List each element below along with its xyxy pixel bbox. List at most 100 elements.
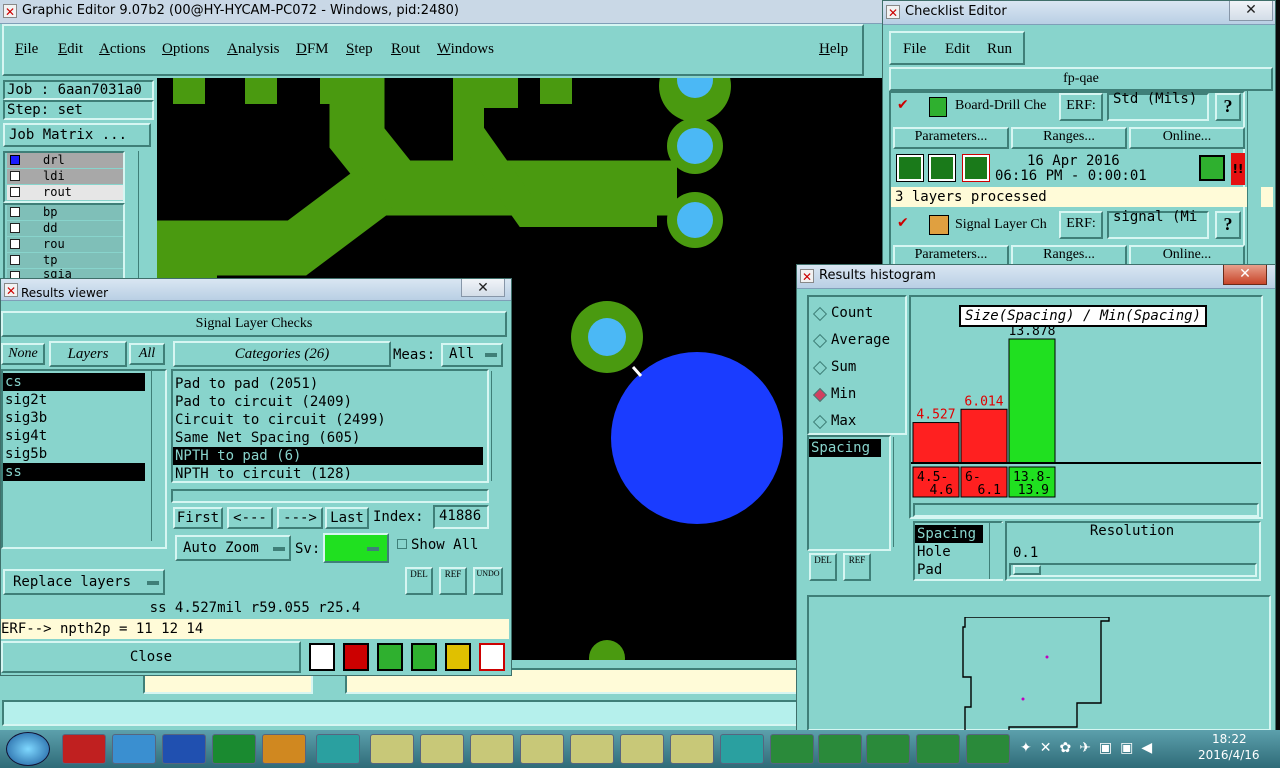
run-icon[interactable] [928,154,956,182]
prev-button[interactable]: <--- [227,507,273,529]
categories-tab[interactable]: Categories (26) [173,341,391,367]
checklist-menu-file[interactable]: File [903,41,926,58]
list-item[interactable]: sig5b [3,445,165,463]
menu-analysis[interactable]: Analysis [227,41,280,58]
attr-scrollbar[interactable] [989,523,1003,579]
list-item[interactable]: Pad to circuit (2409) [173,393,487,411]
run-icon[interactable] [962,154,990,182]
histogram-icon[interactable] [479,643,505,671]
menu-file[interactable]: File [15,41,38,58]
undo-button[interactable]: UNDO [473,567,503,595]
menu-windows[interactable]: Windows [437,41,494,58]
layer-scrollbar[interactable] [138,151,152,283]
start-button[interactable] [6,732,50,766]
layer-list-scrollbar[interactable] [151,371,165,541]
layer-row-ldi[interactable]: ldi [7,169,123,184]
erf-value[interactable]: Std (Mils) [1107,92,1209,121]
item-check-icon[interactable]: ✔ [897,97,909,113]
taskbar-app-icon[interactable] [720,734,764,764]
list-item[interactable]: Spacing [809,439,881,457]
layer-checkbox[interactable] [10,187,20,197]
overview-map[interactable] [807,595,1271,733]
command-line[interactable] [2,700,800,726]
close-icon[interactable]: ✕ [1229,1,1273,21]
last-button[interactable]: Last [325,507,369,529]
help-button[interactable]: ? [1215,211,1241,239]
list-item[interactable]: cs [3,373,145,391]
close-button[interactable]: Close [1,641,301,673]
layer-row-dd[interactable]: dd [7,221,123,236]
close-icon[interactable]: ✕ [1223,265,1267,285]
job-matrix-button[interactable]: Job Matrix ... [3,123,151,147]
next-button[interactable]: ---> [277,507,323,529]
layer-checkbox[interactable] [10,239,20,249]
all-button[interactable]: All [129,343,165,365]
menu-actions[interactable]: Actions [99,41,146,58]
category-scrollbar[interactable] [491,371,505,481]
del-button[interactable]: DEL [405,567,433,595]
auto-zoom-button[interactable]: Auto Zoom [175,535,291,561]
chart-hscrollbar[interactable] [913,503,1259,517]
taskbar-app-icon[interactable] [520,734,564,764]
none-button[interactable]: None [1,343,45,365]
taskbar-app-icon[interactable] [670,734,714,764]
list-item[interactable]: Same Net Spacing (605) [173,429,487,447]
index-input[interactable]: 41886 [433,505,489,529]
menu-help[interactable]: Help [819,41,848,58]
taskbar-app-icon[interactable] [112,734,156,764]
taskbar-app-icon[interactable] [818,734,862,764]
taskbar-app-icon[interactable] [966,734,1010,764]
resolution-slider[interactable] [1009,563,1257,577]
taskbar-app-icon[interactable] [916,734,960,764]
tray-icons[interactable]: ✦✕✿✈▣▣◀ [1020,740,1186,758]
parameters-button[interactable]: Parameters... [893,127,1009,149]
list-item[interactable]: Circuit to circuit (2499) [173,411,487,429]
taskbar-app-icon[interactable] [620,734,664,764]
show-all-checkbox[interactable] [397,539,407,549]
list-item[interactable]: NPTH to pad (6) [173,447,483,465]
list-item[interactable]: sig2t [3,391,165,409]
toolbar-icon[interactable] [309,643,335,671]
taskbar-app-icon[interactable] [470,734,514,764]
erf-value[interactable]: signal (Mi [1107,210,1209,239]
list-item[interactable]: NPTH to circuit (128) [173,465,487,483]
ref-button[interactable]: REF [439,567,467,595]
erf-button[interactable]: ERF: [1059,211,1103,239]
taskbar-app-icon[interactable] [570,734,614,764]
replace-layers-button[interactable]: Replace layers [3,569,165,595]
ref-button[interactable]: REF [843,553,871,581]
menu-edit[interactable]: Edit [58,41,83,58]
menu-rout[interactable]: Rout [391,41,420,58]
category-hscrollbar[interactable] [171,489,489,503]
ranges-button[interactable]: Ranges... [1011,127,1127,149]
first-button[interactable]: First [173,507,223,529]
zoom-icon[interactable] [1199,155,1225,181]
taskbar-app-icon[interactable] [866,734,910,764]
toolbar-icon[interactable] [343,643,369,671]
list-item[interactable]: sig3b [3,409,165,427]
toolbar-icon[interactable] [445,643,471,671]
menu-options[interactable]: Options [162,41,210,58]
layer-checkbox[interactable] [10,255,20,265]
layer-row-rou[interactable]: rou [7,237,123,252]
taskbar-app-icon[interactable] [162,734,206,764]
help-button[interactable]: ? [1215,93,1241,121]
layer-row-drl[interactable]: drl [7,153,123,168]
measure-scrollbar[interactable] [893,437,907,547]
taskbar-app-icon[interactable] [62,734,106,764]
taskbar-app-icon[interactable] [262,734,306,764]
checklist-menu-run[interactable]: Run [987,41,1012,58]
layer-row-tp[interactable]: tp [7,253,123,268]
layer-checkbox[interactable] [10,207,20,217]
item-check-icon[interactable]: ✔ [897,215,909,231]
checklist-menu-edit[interactable]: Edit [945,41,970,58]
meas-dropdown[interactable]: All [441,343,503,367]
layer-checkbox[interactable] [10,155,20,165]
erf-button[interactable]: ERF: [1059,93,1103,121]
toolbar-icon[interactable] [411,643,437,671]
layers-tab[interactable]: Layers [49,341,127,367]
online-button[interactable]: Online... [1129,127,1245,149]
layer-row-rout[interactable]: rout [7,185,123,200]
taskbar-app-icon[interactable] [370,734,414,764]
toolbar-icon[interactable] [377,643,403,671]
